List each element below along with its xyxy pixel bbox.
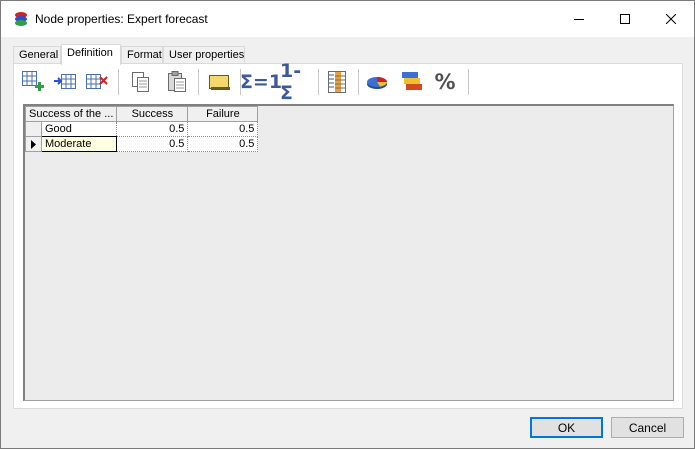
column-header-failure[interactable]: Failure: [187, 106, 259, 122]
table-header-row: Success of the ... Success Failure: [24, 106, 259, 122]
success-cell[interactable]: 0.5: [116, 121, 189, 137]
current-row-arrow-icon: [31, 139, 36, 149]
tab-general[interactable]: General: [13, 46, 61, 64]
complement-button[interactable]: 1-Σ: [280, 60, 310, 104]
add-column-button[interactable]: [20, 69, 46, 95]
toolbar-separator: [118, 69, 119, 95]
row-selector[interactable]: [25, 121, 42, 137]
window-title: Node properties: Expert forecast: [35, 12, 208, 26]
success-cell[interactable]: 0.5: [116, 136, 189, 152]
delete-column-icon: [86, 74, 108, 89]
ruler-icon: [328, 71, 346, 93]
ruler-button[interactable]: [324, 69, 350, 95]
stacked-bar-icon: [402, 72, 422, 90]
add-column-icon: [22, 71, 44, 91]
tab-user-properties[interactable]: User properties: [163, 46, 245, 64]
note-icon: [209, 75, 230, 90]
row-label-cell[interactable]: Good: [40, 121, 118, 137]
node-properties-dialog: Node properties: Expert forecast General…: [0, 0, 695, 449]
percent-icon: %: [434, 70, 456, 94]
minimize-button[interactable]: [556, 1, 602, 37]
delete-column-button[interactable]: [84, 69, 110, 95]
app-node-icon: [15, 12, 27, 26]
definition-toolbar: Σ=1 1-Σ %: [18, 60, 678, 104]
close-button[interactable]: [648, 1, 694, 37]
row-label-cell-selected[interactable]: Moderate: [40, 136, 118, 152]
copy-button[interactable]: [128, 69, 154, 95]
copy-icon: [132, 72, 149, 92]
table-row: Moderate 0.5 0.5: [25, 136, 259, 152]
tab-definition[interactable]: Definition: [61, 44, 121, 65]
column-header-success[interactable]: Success: [116, 106, 189, 122]
title-bar[interactable]: Node properties: Expert forecast: [1, 1, 694, 37]
row-selector-current[interactable]: [25, 136, 42, 152]
failure-cell[interactable]: 0.5: [187, 121, 259, 137]
paste-icon: [168, 71, 186, 92]
annotation-button[interactable]: [206, 69, 232, 95]
toolbar-separator: [468, 69, 469, 95]
column-header-parent[interactable]: Success of the ...: [24, 106, 118, 122]
stacked-bar-button[interactable]: [398, 69, 424, 95]
failure-cell[interactable]: 0.5: [187, 136, 259, 152]
maximize-button[interactable]: [602, 1, 648, 37]
minimize-icon: [574, 19, 584, 20]
paste-button[interactable]: [164, 69, 190, 95]
pie-chart-button[interactable]: [364, 69, 390, 95]
normalize-sum-button[interactable]: Σ=1: [240, 69, 282, 95]
ok-button[interactable]: OK: [530, 417, 603, 438]
table-row: Good 0.5 0.5: [25, 121, 259, 137]
insert-column-button[interactable]: [52, 69, 78, 95]
tab-format[interactable]: Format: [121, 46, 163, 64]
toolbar-separator: [358, 69, 359, 95]
toolbar-separator: [318, 69, 319, 95]
percent-button[interactable]: %: [432, 69, 458, 95]
toolbar-separator: [198, 69, 199, 95]
probability-table: Success of the ... Success Failure Good …: [24, 106, 259, 152]
close-icon: [666, 14, 676, 24]
probability-table-area[interactable]: Success of the ... Success Failure Good …: [23, 104, 674, 401]
maximize-icon: [620, 14, 630, 24]
cancel-button[interactable]: Cancel: [611, 417, 684, 438]
sum-to-one-icon: Σ=1: [239, 71, 283, 93]
complement-icon: 1-Σ: [280, 60, 302, 104]
insert-column-icon: [54, 74, 76, 89]
pie-chart-icon: [367, 77, 387, 89]
definition-panel: Σ=1 1-Σ % Success of the ... Success Fai…: [13, 60, 683, 409]
